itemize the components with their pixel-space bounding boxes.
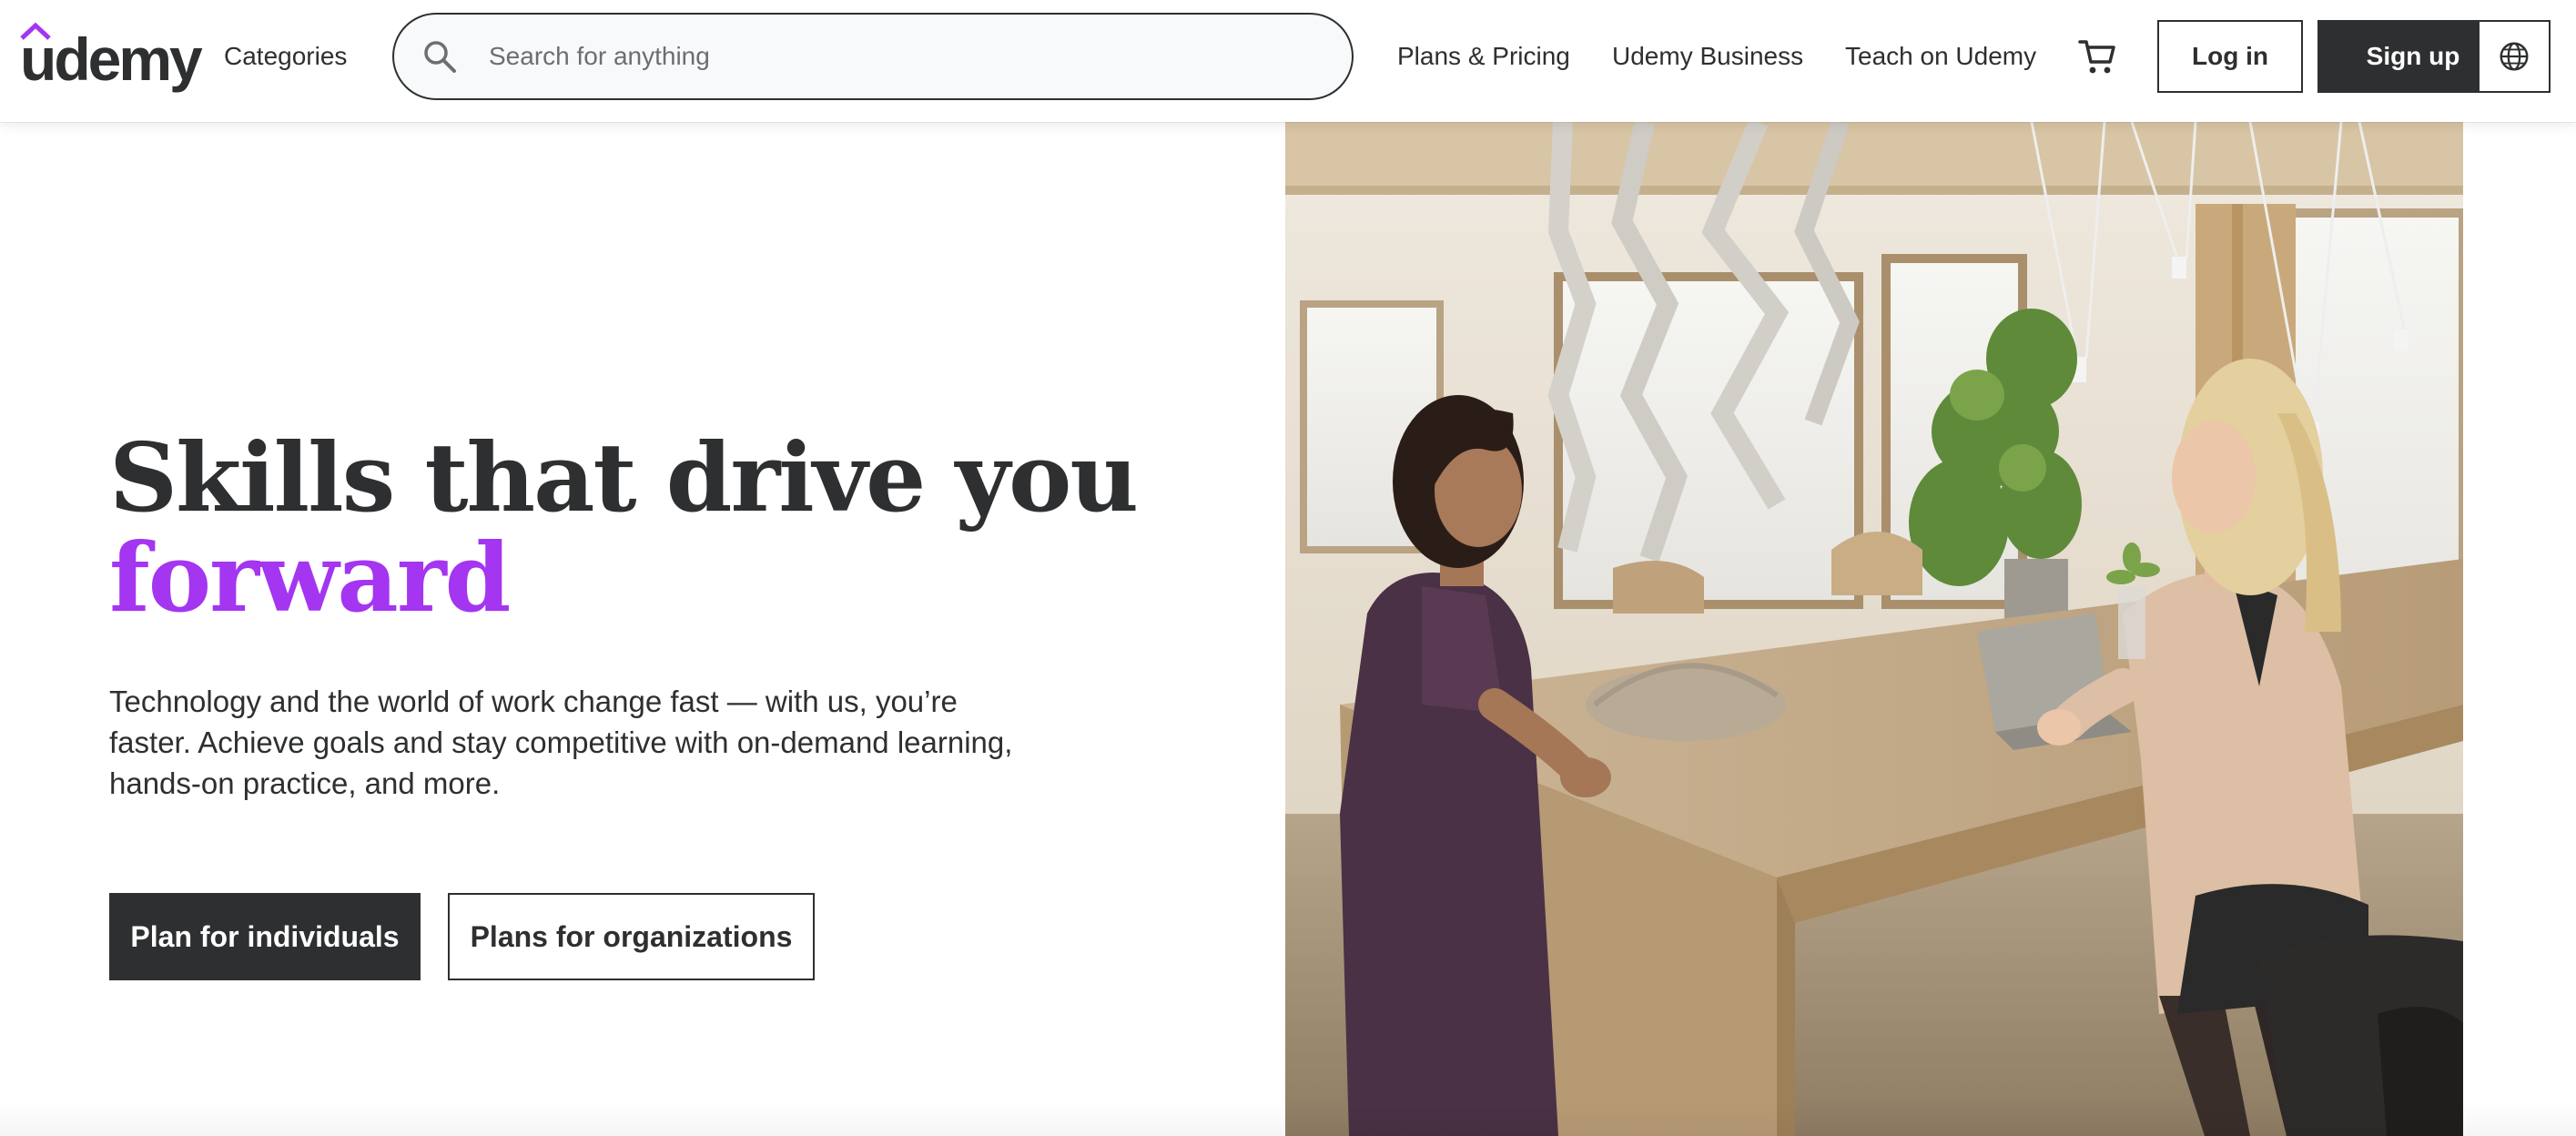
search-input[interactable] (489, 33, 1308, 80)
search-icon[interactable] (421, 38, 458, 75)
plans-pricing-link[interactable]: Plans & Pricing (1397, 0, 1570, 113)
language-button[interactable] (2478, 20, 2551, 93)
logo-wordmark: udemy (20, 25, 203, 93)
office-meeting-illustration (1285, 122, 2463, 1136)
cart-icon[interactable] (2077, 36, 2117, 76)
udemy-logo[interactable]: udemy (20, 22, 203, 89)
categories-menu[interactable]: Categories (224, 0, 347, 113)
plan-for-individuals-button[interactable]: Plan for individuals (109, 893, 421, 980)
plans-for-organizations-button[interactable]: Plans for organizations (448, 893, 815, 980)
hero-heading-accent: forward (109, 522, 511, 634)
page: udemy Categories Plans & Pricing Udemy B… (0, 0, 2576, 1136)
udemy-business-link[interactable]: Udemy Business (1612, 0, 1803, 113)
hero-subtitle: Technology and the world of work change … (109, 685, 1013, 800)
hero-heading-line1: Skills that drive you (109, 421, 1139, 533)
hero-photo (1285, 122, 2463, 1136)
top-navigation-bar: udemy Categories Plans & Pricing Udemy B… (0, 0, 2576, 122)
login-button[interactable]: Log in (2157, 20, 2303, 93)
teach-on-udemy-link[interactable]: Teach on Udemy (1845, 0, 2036, 113)
globe-icon (2500, 42, 2529, 71)
hero-heading: Skills that drive you forward (109, 428, 1202, 628)
search-bar[interactable] (392, 13, 1354, 100)
